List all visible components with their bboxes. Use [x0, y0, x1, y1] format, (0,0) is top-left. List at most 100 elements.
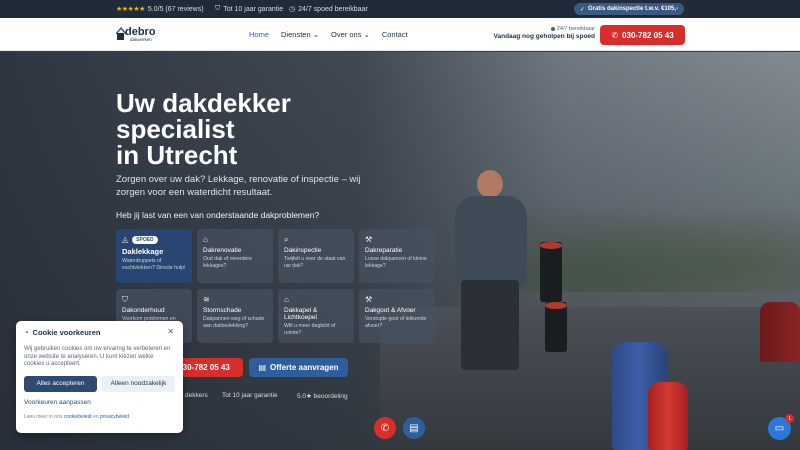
search-icon: ⌕: [284, 234, 289, 244]
wrench-icon: ⚒: [365, 295, 373, 304]
drop-icon: ◬: [122, 235, 129, 244]
card-title: Daklekkage: [122, 247, 164, 256]
urgent-badge: SPOED: [132, 235, 158, 244]
logo-sub: dakwerken: [130, 37, 152, 42]
card-desc: Dakpannen weg of schade aan dakbedekking…: [203, 316, 265, 329]
chevron-down-icon: ⌄: [312, 30, 320, 39]
shield-icon: ⛉: [122, 294, 128, 304]
stat-guarantee: Tot 10 jaar garantie: [222, 392, 278, 399]
hero-photo-roof: [380, 307, 800, 450]
document-icon: ▤: [258, 363, 267, 372]
guarantee: ⛉ Tot 10 jaar garantie: [215, 5, 283, 13]
document-icon: ▤: [409, 422, 419, 434]
promo-text: Gratis dakinspectie t.w.v. €105,-: [587, 6, 678, 12]
chat-icon: ▭: [774, 423, 785, 434]
cookie-header: ◔ Cookie voorkeuren: [24, 328, 175, 337]
clock-icon: ◷: [289, 6, 296, 13]
cookie-icon: ◔: [24, 328, 29, 337]
rating-text: 5.0/5 (67 reviews): [147, 5, 204, 13]
privacy-policy-link[interactable]: privacybeleid: [100, 414, 129, 420]
logo[interactable]: debro dakwerken: [116, 25, 160, 45]
worker-body: [455, 196, 527, 286]
card-desc: Twijfelt u over de staat van uw dak?: [284, 256, 346, 269]
cookie-more: Lees meer in ons cookiebeleid en privacy…: [24, 413, 131, 420]
card-desc: Losse dakpannen of kleine lekkage?: [365, 256, 427, 269]
card-title: Dakonderhoud: [122, 307, 165, 314]
cta-quote-label: Offerte aanvragen: [270, 363, 339, 372]
cookie-buttons: Alles accepteren Alleen noodzakelijk: [24, 375, 175, 392]
promo-badge[interactable]: ✓ Gratis dakinspectie t.w.v. €105,-: [573, 3, 684, 15]
wind-icon: ≋: [203, 295, 210, 304]
worker-legs: [461, 280, 519, 370]
service-card-dakkapel[interactable]: ⌂ Dakkapel & Lichtkoepel Wilt u meer dag…: [278, 289, 354, 343]
chevron-down-icon: ⌄: [363, 30, 370, 39]
nav-over-ons[interactable]: Over ons ⌄: [331, 30, 370, 39]
cookie-text: Wij gebruiken cookies om uw ervaring te …: [24, 346, 171, 367]
close-icon[interactable]: ✕: [167, 327, 174, 336]
main-nav: debro dakwerken Home Diensten ⌄ Over ons…: [0, 18, 800, 51]
gas-bottle-red: [760, 302, 800, 362]
card-desc: Verstopte goot of lekkende afvoer?: [365, 316, 427, 329]
card-title: Dakinspectie: [284, 247, 322, 254]
rating: ★★★★★ 5.0/5 (67 reviews): [116, 5, 204, 14]
necessary-only-button[interactable]: Alleen noodzakelijk: [102, 375, 175, 392]
home-icon: ⌂: [203, 235, 208, 244]
availability-text: 24/7 spoed bereikbaar: [298, 5, 368, 13]
roll-cap: [545, 302, 567, 309]
check-icon: ✓: [579, 6, 585, 13]
nav-contact[interactable]: Contact: [382, 30, 408, 39]
service-card-dakrenovatie[interactable]: ⌂ Dakrenovatie Oud dak of meerdere lekka…: [197, 229, 273, 283]
fire-extinguisher: [648, 382, 688, 450]
roll-cap: [540, 242, 562, 249]
stat-dakdekkers: dekkers: [185, 392, 208, 399]
cta-quote-button[interactable]: ▤ Offerte aanvragen: [249, 358, 348, 377]
stat-rating: 5.0★ beoordeling: [297, 393, 348, 400]
shield-icon: ⛉: [215, 5, 221, 12]
hero-title: Uw dakdekker specialist in Utrecht: [116, 90, 436, 168]
service-card-dakgoot[interactable]: ⚒ Dakgoot & Afvoer Verstopte goot of lek…: [359, 289, 435, 343]
top-bar: ★★★★★ 5.0/5 (67 reviews) ⛉ Tot 10 jaar g…: [0, 0, 800, 18]
nav-diensten-label: Diensten: [281, 30, 311, 39]
guarantee-text: Tot 10 jaar garantie: [223, 5, 284, 13]
service-card-daklekkage[interactable]: ◬ SPOED Daklekkage Waterdruppels of voch…: [116, 229, 192, 283]
service-card-dakreparatie[interactable]: ⚒ Dakreparatie Losse dakpannen of kleine…: [359, 229, 435, 283]
service-card-stormschade[interactable]: ≋ Stormschade Dakpannen weg of schade aa…: [197, 289, 273, 343]
card-desc: Waterdruppels of vochtvlekken? Directe h…: [122, 258, 186, 271]
nav-over-ons-label: Over ons: [331, 30, 362, 39]
roofing-roll: [545, 302, 567, 352]
availability-line: 24/7 bereikbaar: [488, 26, 595, 32]
cookie-banner: ◔ Cookie voorkeuren ✕ Wij gebruiken cook…: [16, 321, 183, 433]
hammer-icon: ⚒: [365, 235, 373, 244]
star-rating-icon: ★★★★★: [116, 6, 145, 13]
hero-question: Heb jij last van een van onderstaande da…: [116, 210, 320, 220]
hero-title-line3: in Utrecht: [116, 140, 238, 170]
card-title: Dakreparatie: [365, 247, 403, 254]
availability-strong: Vandaag nog geholpen bij spoed: [493, 33, 595, 40]
chat-button[interactable]: ▭ 1: [768, 414, 794, 440]
hero-photo-worker: [447, 170, 537, 370]
home-icon: ⌂: [284, 295, 289, 304]
availability-small: 24/7 bereikbaar: [556, 26, 595, 32]
nav-availability: 24/7 bereikbaar Vandaag nog geholpen bij…: [488, 26, 595, 40]
floating-quote-button[interactable]: ▤: [403, 417, 425, 439]
service-card-dakinspectie[interactable]: ⌕ Dakinspectie Twijfelt u over de staat …: [278, 229, 354, 283]
card-desc: Wilt u meer daglicht of ruimte?: [284, 323, 336, 336]
phone-icon: ✆: [380, 422, 390, 434]
nav-diensten[interactable]: Diensten ⌄: [281, 30, 319, 39]
hero-subtitle: Zorgen over uw dak? Lekkage, renovatie o…: [116, 174, 361, 198]
floating-call-button[interactable]: ✆: [374, 417, 396, 439]
call-button[interactable]: ✆ 030-782 05 43: [600, 25, 685, 45]
accept-all-button[interactable]: Alles accepteren: [24, 375, 97, 392]
availability: ◷ 24/7 spoed bereikbaar: [289, 5, 368, 14]
chat-count-badge: 1: [785, 414, 794, 423]
phone-icon: ✆: [611, 30, 619, 40]
nav-home[interactable]: Home: [249, 30, 269, 39]
cookie-policy-link[interactable]: cookiebeleid: [64, 414, 92, 420]
card-title: Stormschade: [203, 307, 242, 314]
cookie-title: Cookie voorkeuren: [32, 328, 101, 337]
card-desc: Oud dak of meerdere lekkages?: [203, 256, 253, 269]
nav-links: Home Diensten ⌄ Over ons ⌄ Contact: [249, 30, 408, 39]
preferences-link[interactable]: Voorkeuren aanpassen: [24, 399, 175, 406]
card-title: Dakrenovatie: [203, 247, 242, 254]
card-icon-row: ◬ SPOED: [122, 235, 186, 244]
